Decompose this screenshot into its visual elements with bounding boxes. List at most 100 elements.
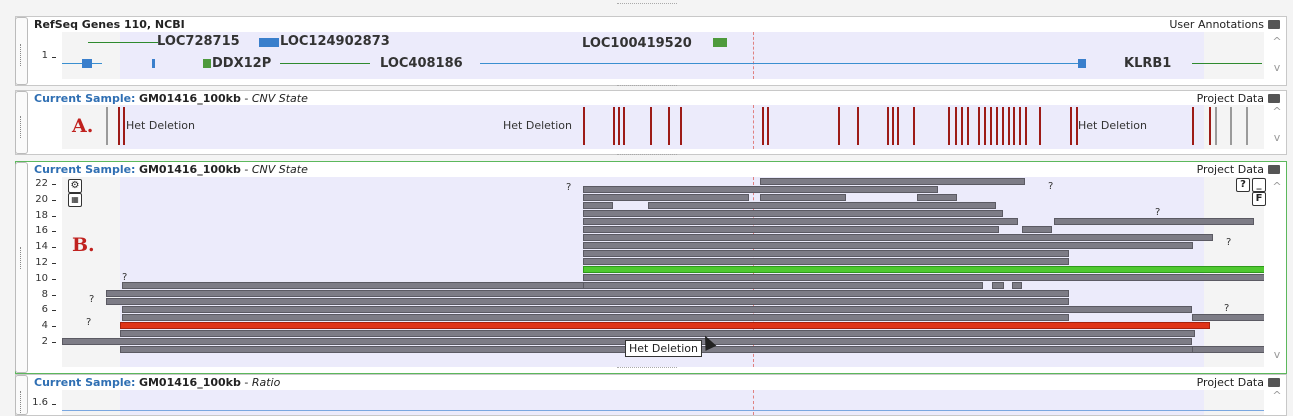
scroll-up-icon[interactable]: ^ <box>1270 389 1284 402</box>
cnv-call[interactable] <box>1070 107 1072 145</box>
cnv-a-plot-area[interactable]: Het Deletion Het Deletion Het Deletion <box>62 105 1264 149</box>
cnv-segment-loss[interactable] <box>1022 226 1052 233</box>
folder-icon[interactable] <box>1268 165 1280 174</box>
cnv-segment-loss[interactable] <box>1192 346 1264 353</box>
cnv-call[interactable] <box>123 107 125 145</box>
cnv-call[interactable] <box>984 107 986 145</box>
cnv-call[interactable] <box>961 107 963 145</box>
cnv-call[interactable] <box>668 107 670 145</box>
cnv-segment-loss[interactable] <box>106 298 1069 305</box>
project-data-label[interactable]: Project Data <box>1197 92 1280 105</box>
help-button[interactable]: ? <box>1236 178 1250 192</box>
cnv-call[interactable] <box>838 107 840 145</box>
panel-splitter[interactable] <box>616 154 677 157</box>
question-marker[interactable]: ? <box>1224 303 1229 314</box>
question-marker[interactable]: ? <box>86 317 91 328</box>
cnv-segment-gain[interactable] <box>583 266 1264 273</box>
folder-icon[interactable] <box>1268 378 1280 387</box>
cnv-segment-loss[interactable] <box>583 282 983 289</box>
question-marker[interactable]: ? <box>1226 237 1231 248</box>
panel-splitter[interactable] <box>616 367 677 370</box>
cnv-segment-loss[interactable] <box>583 274 1264 281</box>
cnv-call[interactable] <box>1215 107 1217 145</box>
gene-label[interactable]: LOC100419520 <box>582 36 692 51</box>
scroll-up-icon[interactable]: ^ <box>1270 180 1284 193</box>
cnv-call[interactable] <box>650 107 652 145</box>
question-marker[interactable]: ? <box>122 272 127 283</box>
gene-label[interactable]: KLRB1 <box>1124 56 1171 71</box>
user-annotations-label[interactable]: User Annotations <box>1169 18 1280 31</box>
settings-gear-icon[interactable]: ⚙ <box>68 179 82 193</box>
panel-drag-handle[interactable] <box>15 375 28 415</box>
cnv-call[interactable] <box>897 107 899 145</box>
ratio-plot-area[interactable] <box>62 390 1264 415</box>
cnv-call[interactable] <box>1246 107 1248 145</box>
cnv-segment-loss[interactable] <box>648 202 996 209</box>
minimize-button[interactable]: _ <box>1252 178 1266 192</box>
cnv-segment-loss[interactable] <box>583 258 1069 265</box>
gene-label[interactable]: LOC728715 <box>157 34 240 49</box>
cnv-segment-loss[interactable] <box>583 194 749 201</box>
cnv-call[interactable] <box>955 107 957 145</box>
cnv-segment-loss[interactable] <box>583 242 1193 249</box>
cnv-segment-loss[interactable] <box>992 282 1004 289</box>
cnv-call[interactable] <box>618 107 620 145</box>
cnv-segment-loss[interactable] <box>583 218 1018 225</box>
cnv-segment-loss[interactable] <box>120 330 1195 337</box>
cnv-segment-loss[interactable] <box>760 178 1025 185</box>
gene-label[interactable]: LOC408186 <box>380 56 463 71</box>
cnv-call[interactable] <box>913 107 915 145</box>
cnv-call[interactable] <box>978 107 980 145</box>
scroll-down-icon[interactable]: v <box>1270 348 1284 361</box>
cnv-call[interactable] <box>1039 107 1041 145</box>
cnv-call[interactable] <box>762 107 764 145</box>
cnv-call[interactable] <box>996 107 998 145</box>
scroll-down-icon[interactable]: v <box>1270 61 1284 74</box>
cnv-segment-loss[interactable] <box>106 290 1069 297</box>
question-marker[interactable]: ? <box>566 182 571 193</box>
cnv-segment-loss[interactable] <box>583 250 1069 257</box>
cnv-call[interactable] <box>106 107 108 145</box>
cnv-call[interactable] <box>1013 107 1015 145</box>
folder-icon[interactable] <box>1268 94 1280 103</box>
cnv-segment-loss[interactable] <box>760 194 846 201</box>
cnv-call[interactable] <box>613 107 615 145</box>
cnv-call[interactable] <box>767 107 769 145</box>
cnv-call[interactable] <box>680 107 682 145</box>
cnv-segment-loss[interactable] <box>917 194 957 201</box>
panel-splitter[interactable] <box>616 85 677 88</box>
cnv-call[interactable] <box>623 107 625 145</box>
cnv-segment-deletion[interactable] <box>120 322 1210 329</box>
cnv-call[interactable] <box>948 107 950 145</box>
project-data-label[interactable]: Project Data <box>1197 376 1280 389</box>
cnv-call[interactable] <box>990 107 992 145</box>
cnv-call[interactable] <box>1192 107 1194 145</box>
cnv-segment-loss[interactable] <box>583 202 613 209</box>
cnv-call[interactable] <box>1002 107 1004 145</box>
cnv-segment-loss[interactable] <box>1012 282 1022 289</box>
gene-label[interactable]: DDX12P <box>212 56 271 71</box>
genes-plot-area[interactable]: LOC728715 LOC124902873 LOC100419520 DDX1… <box>62 32 1264 79</box>
cnv-segment-loss[interactable] <box>583 234 1213 241</box>
cnv-call[interactable] <box>1025 107 1027 145</box>
cnv-call[interactable] <box>857 107 859 145</box>
filter-button[interactable]: F <box>1252 192 1266 206</box>
cnv-call[interactable] <box>583 107 585 145</box>
cnv-call[interactable] <box>1209 107 1211 145</box>
cnv-call[interactable] <box>967 107 969 145</box>
scroll-up-icon[interactable]: ^ <box>1270 105 1284 118</box>
calendar-icon[interactable]: ▦ <box>68 193 82 207</box>
scroll-up-icon[interactable]: ^ <box>1270 35 1284 48</box>
cnv-segment-loss[interactable] <box>122 282 592 289</box>
cnv-segment-loss[interactable] <box>583 226 999 233</box>
cnv-segment-loss[interactable] <box>583 186 938 193</box>
question-marker[interactable]: ? <box>1155 207 1160 218</box>
cnv-segment-loss[interactable] <box>122 306 1192 313</box>
scroll-down-icon[interactable]: v <box>1270 131 1284 144</box>
cnv-segment-loss[interactable] <box>1054 218 1254 225</box>
cnv-call[interactable] <box>1008 107 1010 145</box>
project-data-label[interactable]: Project Data <box>1197 163 1280 176</box>
cnv-segment-loss[interactable] <box>583 210 1003 217</box>
cnv-call[interactable] <box>118 107 120 145</box>
cnv-call[interactable] <box>887 107 889 145</box>
